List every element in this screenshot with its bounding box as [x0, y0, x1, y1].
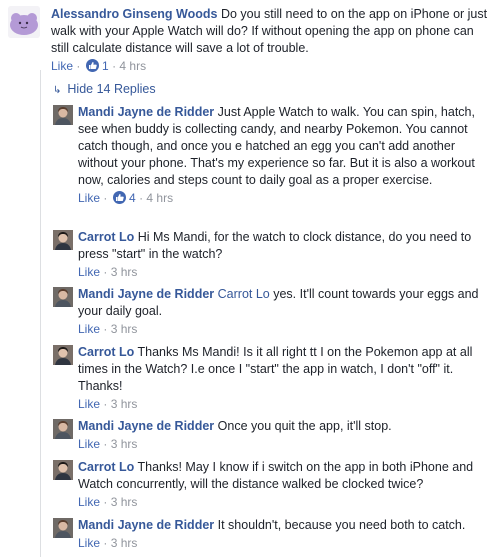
like-count[interactable]: 4: [129, 191, 136, 205]
reply-meta: Like · 3 hrs: [78, 437, 138, 451]
timestamp[interactable]: 4 hrs: [119, 59, 146, 73]
avatar[interactable]: [53, 345, 73, 365]
like-button[interactable]: Like: [78, 397, 100, 411]
timestamp[interactable]: 4 hrs: [146, 191, 173, 205]
avatar[interactable]: [53, 419, 73, 439]
reply-message: Thanks Ms Mandi! Is it all right tt I on…: [78, 345, 473, 393]
like-button[interactable]: Like: [51, 59, 73, 73]
like-button[interactable]: Like: [78, 322, 100, 336]
comment-author[interactable]: Alessandro Ginseng Woods: [51, 7, 217, 21]
reply-meta: Like · 4 · 4 hrs: [78, 191, 174, 205]
like-button[interactable]: Like: [78, 265, 100, 279]
thumbs-up-icon[interactable]: [85, 59, 99, 72]
reply-meta: Like · 3 hrs: [78, 536, 138, 550]
reply-arrow-icon: ↳: [53, 85, 62, 96]
like-button[interactable]: Like: [78, 437, 100, 451]
avatar[interactable]: [53, 230, 73, 250]
reply-author[interactable]: Carrot Lo: [78, 460, 134, 474]
like-button[interactable]: Like: [78, 536, 100, 550]
like-button[interactable]: Like: [78, 191, 100, 205]
hide-replies-button[interactable]: ↳ Hide 14 Replies: [53, 82, 156, 96]
like-count[interactable]: 1: [102, 59, 109, 73]
timestamp[interactable]: 3 hrs: [111, 437, 138, 451]
comment-text: Alessandro Ginseng Woods Do you still ne…: [51, 6, 491, 57]
timestamp[interactable]: 3 hrs: [111, 322, 138, 336]
mention-link[interactable]: Carrot Lo: [218, 287, 270, 301]
reply-message: It shouldn't, because you need both to c…: [217, 518, 466, 532]
reply-meta: Like · 3 hrs: [78, 322, 138, 336]
reply-message: Thanks! May I know if i switch on the ap…: [78, 460, 474, 491]
reply-author[interactable]: Mandi Jayne de Ridder: [78, 105, 214, 119]
reply-author[interactable]: Mandi Jayne de Ridder: [78, 287, 214, 301]
timestamp[interactable]: 3 hrs: [111, 397, 138, 411]
reply-meta: Like · 3 hrs: [78, 495, 138, 509]
timestamp[interactable]: 3 hrs: [111, 536, 138, 550]
reply-author[interactable]: Mandi Jayne de Ridder: [78, 518, 214, 532]
reply-message: Once you quit the app, it'll stop.: [217, 419, 392, 433]
reply-message: Hi Ms Mandi, for the watch to clock dist…: [78, 230, 472, 261]
avatar[interactable]: [53, 460, 73, 480]
comment-meta: Like · 1 · 4 hrs: [51, 59, 147, 73]
timestamp[interactable]: 3 hrs: [111, 495, 138, 509]
avatar[interactable]: [53, 518, 73, 538]
timestamp[interactable]: 3 hrs: [111, 265, 138, 279]
reply-author[interactable]: Mandi Jayne de Ridder: [78, 419, 214, 433]
like-button[interactable]: Like: [78, 495, 100, 509]
avatar[interactable]: [53, 105, 73, 125]
thumbs-up-icon[interactable]: [112, 191, 126, 204]
reply-author[interactable]: Carrot Lo: [78, 345, 134, 359]
reply-meta: Like · 3 hrs: [78, 265, 138, 279]
avatar[interactable]: [8, 6, 40, 38]
thread-line: [40, 70, 41, 557]
avatar[interactable]: [53, 287, 73, 307]
reply-author[interactable]: Carrot Lo: [78, 230, 134, 244]
reply-meta: Like · 3 hrs: [78, 397, 138, 411]
